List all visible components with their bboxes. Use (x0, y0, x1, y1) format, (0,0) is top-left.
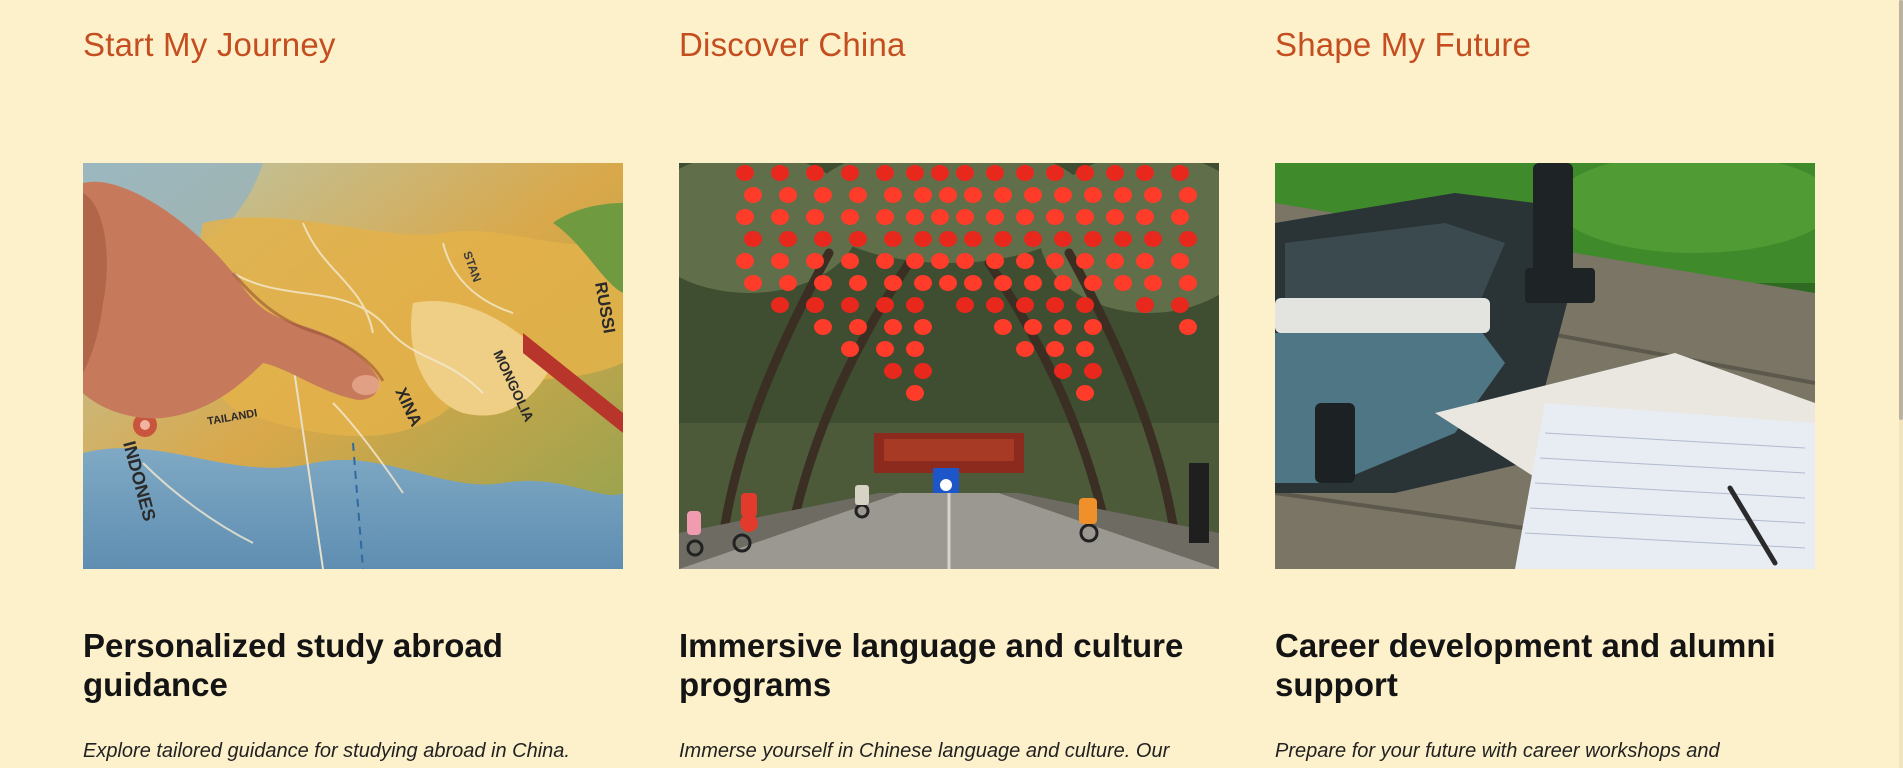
card-heading: Personalized study abroad guidance (83, 627, 503, 703)
feature-columns: Start My Journey XINA MONGOLIA TAILANDI … (83, 0, 1818, 768)
page-scrollbar[interactable] (1899, 0, 1903, 768)
card-title[interactable]: Shape My Future (1275, 26, 1531, 64)
map-image: XINA MONGOLIA TAILANDI INDONES RUSSI STA… (83, 163, 623, 569)
feature-card-discover: Discover China Immersive language and cu… (679, 0, 1219, 768)
lanterns-illustration (679, 163, 1219, 569)
map-illustration: XINA MONGOLIA TAILANDI INDONES RUSSI STA… (83, 163, 623, 569)
card-heading: Immersive language and culture programs (679, 627, 1184, 703)
card-title[interactable]: Start My Journey (83, 26, 336, 64)
feature-card-journey: Start My Journey XINA MONGOLIA TAILANDI … (83, 0, 623, 768)
card-description: Explore tailored guidance for studying a… (83, 740, 570, 762)
card-description: Immerse yourself in Chinese language and… (679, 740, 1170, 762)
feature-card-future: Shape My Future Career development and a… (1275, 0, 1815, 768)
study-desk-illustration (1275, 163, 1815, 569)
card-title[interactable]: Discover China (679, 26, 906, 64)
card-heading: Career development and alumni support (1275, 627, 1776, 703)
scrollbar-thumb[interactable] (1899, 0, 1903, 420)
card-description: Prepare for your future with career work… (1275, 740, 1720, 762)
study-desk-image (1275, 163, 1815, 569)
lanterns-image (679, 163, 1219, 569)
